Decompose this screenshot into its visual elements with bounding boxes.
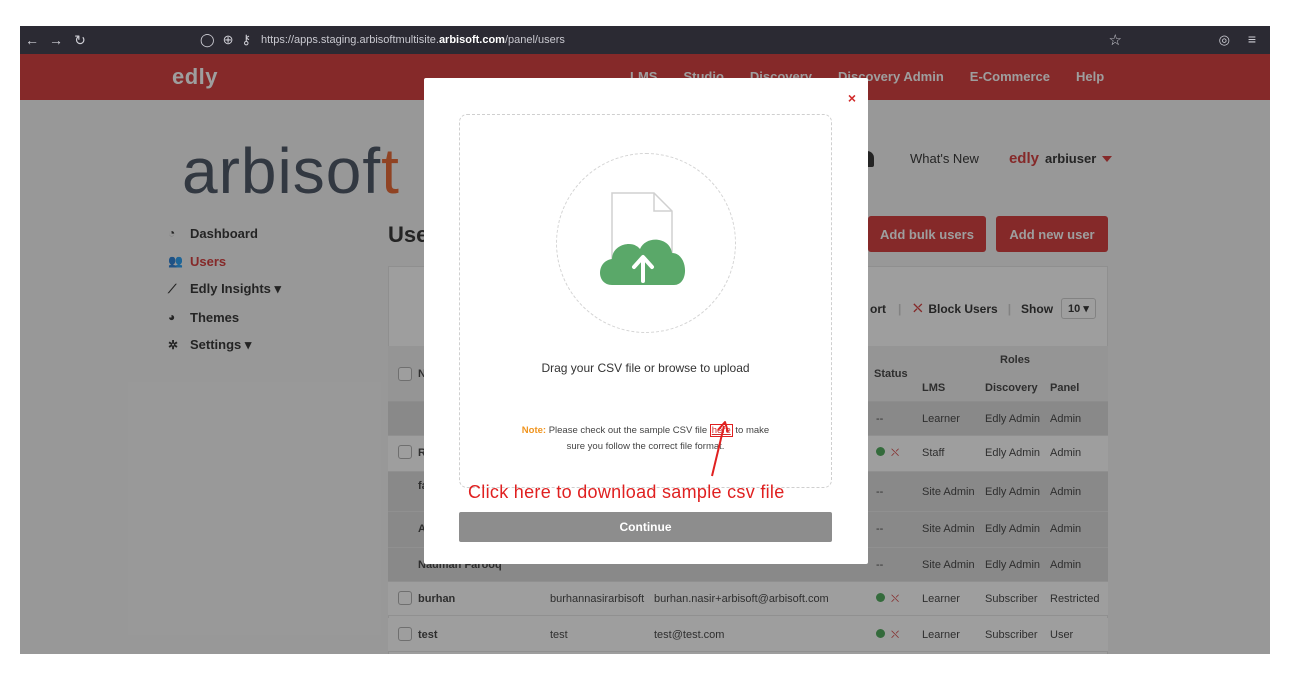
reload-icon[interactable]: ↻	[68, 32, 92, 49]
pocket-icon[interactable]: ◎	[1219, 32, 1230, 48]
annotation-label: Click here to download sample csv file	[468, 482, 785, 502]
csv-dropzone[interactable]: Drag your CSV file or browse to upload N…	[459, 114, 832, 488]
menu-icon[interactable]: ≡	[1248, 31, 1256, 47]
continue-button[interactable]: Continue	[459, 512, 832, 542]
note-text-after: to make	[732, 425, 770, 436]
key-icon: ⚷	[241, 32, 251, 47]
note-text-line2: sure you follow the correct file format.	[566, 441, 725, 452]
browser-toolbar: ← → ↻ ◯ ⊕ ⚷ https://apps.staging.arbisof…	[20, 26, 1270, 54]
back-icon[interactable]: ←	[20, 32, 44, 48]
url-bar[interactable]: ◯ ⊕ ⚷ https://apps.staging.arbisoftmulti…	[192, 26, 1182, 54]
upload-csv-modal: × Drag your CSV file or browse to upload…	[424, 78, 868, 564]
cloud-upload-icon	[600, 192, 686, 285]
close-icon[interactable]: ×	[848, 90, 856, 106]
note-text: Please check out the sample CSV file	[546, 425, 710, 436]
forward-icon[interactable]: →	[44, 32, 68, 48]
note-label: Note:	[521, 425, 547, 436]
annotation-arrow-icon	[711, 421, 729, 477]
screen: ← → ↻ ◯ ⊕ ⚷ https://apps.staging.arbisof…	[0, 0, 1290, 680]
bookmark-star-icon[interactable]: ☆	[1109, 31, 1122, 49]
sample-csv-note: Note: Please check out the sample CSV fi…	[460, 423, 831, 455]
dropzone-instructions: Drag your CSV file or browse to upload	[541, 361, 750, 375]
app-viewport: edly LMS Studio Discovery Discovery Admi…	[20, 54, 1270, 654]
shield-icon: ◯	[200, 32, 215, 47]
lock-icon: ⊕	[222, 32, 234, 47]
url-text: https://apps.staging.arbisoftmultisite.a…	[261, 34, 565, 46]
